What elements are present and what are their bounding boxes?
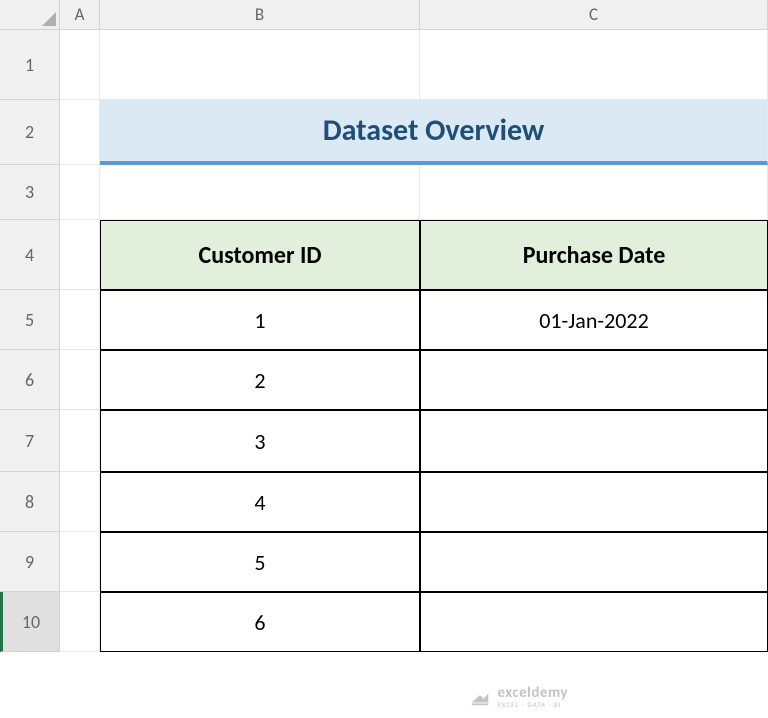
watermark-tag: EXCEL · DATA · BI (497, 701, 568, 708)
cell-c1[interactable] (420, 30, 768, 100)
row-header-2[interactable]: 2 (0, 100, 60, 165)
spreadsheet-grid: A B C 1 2 Dataset Overview 3 4 Customer … (0, 0, 768, 652)
table-row[interactable]: 4 (100, 472, 420, 532)
table-header-purchase-date[interactable]: Purchase Date (420, 220, 768, 290)
cell-a7[interactable] (60, 410, 100, 472)
cell-a4[interactable] (60, 220, 100, 290)
table-header-customer-id[interactable]: Customer ID (100, 220, 420, 290)
table-row[interactable]: 6 (100, 592, 420, 652)
exceldemy-icon (469, 686, 491, 708)
cell-a9[interactable] (60, 532, 100, 592)
watermark-brand: exceldemy (497, 686, 568, 701)
row-header-7[interactable]: 7 (0, 410, 60, 472)
cell-a8[interactable] (60, 472, 100, 532)
table-row[interactable] (420, 350, 768, 410)
table-row[interactable]: 3 (100, 410, 420, 472)
cell-a10[interactable] (60, 592, 100, 652)
watermark: exceldemy EXCEL · DATA · BI (469, 686, 568, 708)
table-row[interactable]: 1 (100, 290, 420, 350)
select-all-corner[interactable] (0, 0, 60, 30)
cell-a5[interactable] (60, 290, 100, 350)
dataset-title[interactable]: Dataset Overview (100, 100, 768, 165)
cell-c3[interactable] (420, 165, 768, 220)
table-row[interactable]: 01-Jan-2022 (420, 290, 768, 350)
col-header-b[interactable]: B (100, 0, 420, 30)
row-header-4[interactable]: 4 (0, 220, 60, 290)
cell-a1[interactable] (60, 30, 100, 100)
cell-a6[interactable] (60, 350, 100, 410)
cell-a2[interactable] (60, 100, 100, 165)
table-row[interactable] (420, 472, 768, 532)
row-header-9[interactable]: 9 (0, 532, 60, 592)
row-header-6[interactable]: 6 (0, 350, 60, 410)
cell-b1[interactable] (100, 30, 420, 100)
row-header-10[interactable]: 10 (0, 592, 60, 652)
col-header-c[interactable]: C (420, 0, 768, 30)
table-row[interactable]: 5 (100, 532, 420, 592)
table-row[interactable] (420, 410, 768, 472)
row-header-1[interactable]: 1 (0, 30, 60, 100)
row-header-3[interactable]: 3 (0, 165, 60, 220)
table-row[interactable] (420, 592, 768, 652)
col-header-a[interactable]: A (60, 0, 100, 30)
table-row[interactable] (420, 532, 768, 592)
cell-a3[interactable] (60, 165, 100, 220)
cell-b3[interactable] (100, 165, 420, 220)
watermark-text: exceldemy EXCEL · DATA · BI (497, 686, 568, 708)
row-header-5[interactable]: 5 (0, 290, 60, 350)
row-header-8[interactable]: 8 (0, 472, 60, 532)
table-row[interactable]: 2 (100, 350, 420, 410)
